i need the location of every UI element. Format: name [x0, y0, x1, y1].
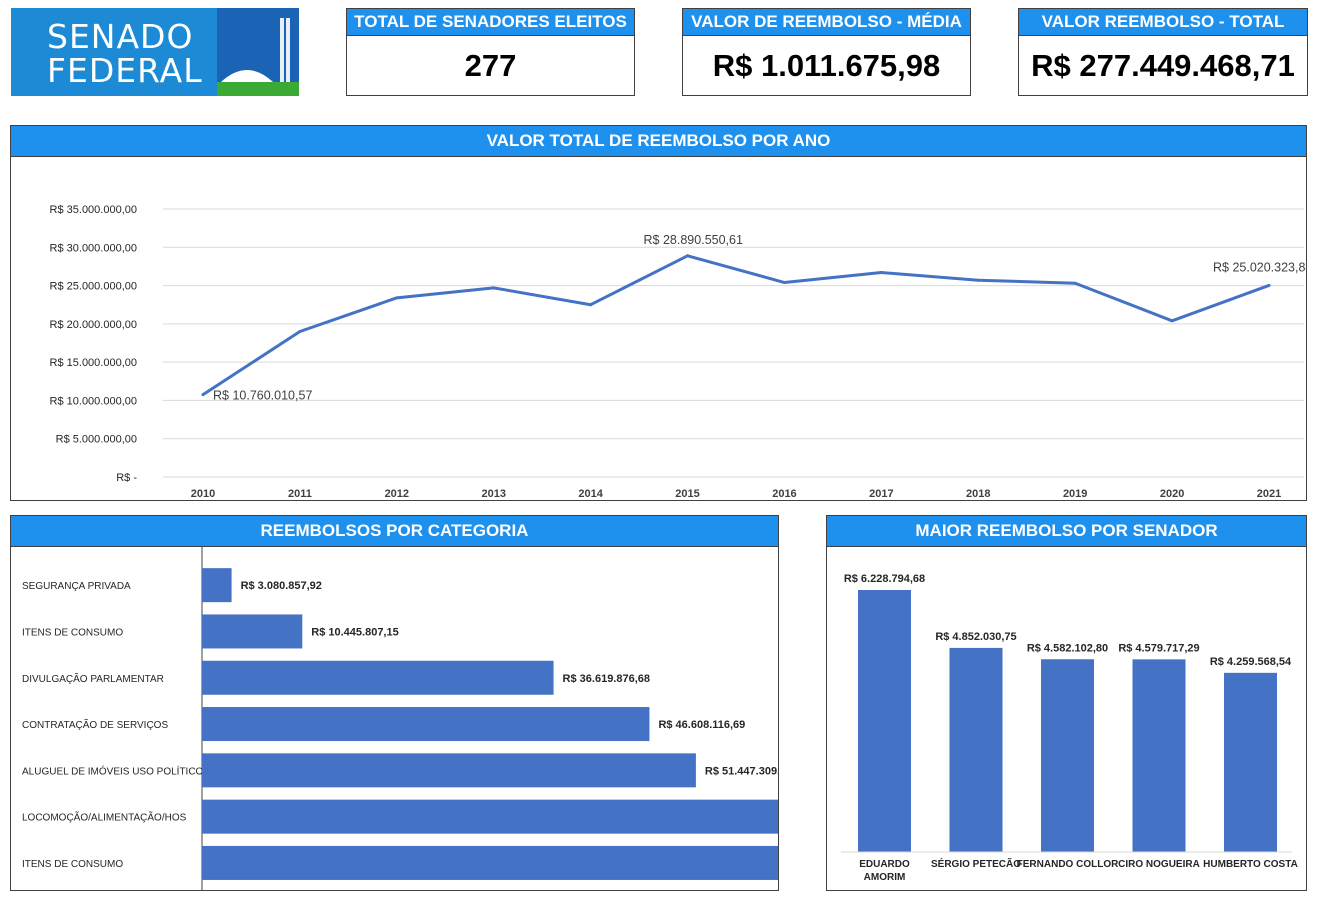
bar [202, 614, 303, 649]
bar [1132, 659, 1186, 852]
data-point [1170, 319, 1174, 323]
data-point [395, 296, 399, 300]
senator-bar-chart: R$ 6.228.794,68 EDUARDO AMORIM R$ 4.852.030… [841, 573, 1298, 883]
data-point [686, 254, 690, 258]
x-tick-label: 2012 [385, 488, 409, 500]
value-label: R$ 10.445.807,15 [311, 626, 398, 638]
congress-building-icon [217, 8, 299, 96]
panel-title: MAIOR REEMBOLSO POR SENADOR [827, 516, 1306, 547]
logo-text: SENADO FEDERAL [47, 20, 203, 88]
x-tick-label: 2016 [772, 488, 796, 500]
y-tick-label: R$ 30.000.000,00 [50, 242, 137, 254]
x-tick-label: 2017 [869, 488, 893, 500]
value-label: R$ 3.080.857,92 [241, 580, 322, 592]
data-label: R$ 10.760.010,57 [213, 389, 312, 403]
y-tick-label: R$ 5.000.000,00 [56, 434, 137, 446]
bar [202, 799, 778, 834]
category-label: CONTRATAÇÃO DE SERVIÇOS [22, 718, 168, 731]
x-tick-label: 2013 [481, 488, 505, 500]
logo-line2: FEDERAL [47, 51, 203, 90]
kpi-value: R$ 1.011.675,98 [712, 47, 941, 83]
x-tick-label: 2010 [191, 488, 215, 500]
yearly-reimbursement-panel: VALOR TOTAL DE REEMBOLSO POR ANO R$ - R$ … [10, 125, 1307, 501]
data-point [298, 330, 302, 334]
category-label: ITENS DE CONSUMO [22, 859, 123, 870]
data-point [589, 303, 593, 307]
kpi-title: VALOR REEMBOLSO - TOTAL [1019, 9, 1307, 36]
senado-logo: SENADO FEDERAL [11, 8, 217, 96]
kpi-total-reimbursement: VALOR REEMBOLSO - TOTAL R$ 277.449.468,7… [1018, 8, 1308, 96]
data-point [782, 281, 786, 285]
category-label: EDUARDO [859, 859, 910, 870]
category-label: ITENS DE CONSUMO [22, 627, 123, 638]
y-tick-label: R$ 25.000.000,00 [50, 281, 137, 293]
data-point [976, 278, 980, 282]
category-label: DIVULGAÇÃO PARLAMENTAR [22, 672, 164, 685]
value-label: R$ 36.619.876,68 [563, 673, 650, 685]
x-tick-label: 2020 [1160, 488, 1184, 500]
y-tick-label: R$ 15.000.000,00 [50, 357, 137, 369]
kpi-title: TOTAL DE SENADORES ELEITOS [347, 9, 634, 36]
logo-line1: SENADO [47, 17, 194, 56]
category-panel: REEMBOLSOS POR CATEGORIA SEGURANÇA PRIVA… [10, 515, 779, 891]
kpi-title: VALOR DE REEMBOLSO - MÉDIA [683, 9, 970, 36]
x-tick-label: 2015 [675, 488, 699, 500]
kpi-average-reimbursement: VALOR DE REEMBOLSO - MÉDIA R$ 1.011.675,… [682, 8, 971, 96]
bar [202, 707, 650, 742]
bar [949, 647, 1003, 852]
y-tick-label: R$ 20.000.000,00 [50, 319, 137, 331]
category-label: CIRO NOGUEIRA [1118, 859, 1200, 870]
bar [1041, 659, 1094, 852]
kpi-value: R$ 277.449.468,71 [1031, 47, 1295, 83]
x-tick-label: 2011 [288, 488, 312, 500]
kpi-total-senators: TOTAL DE SENADORES ELEITOS 277 [346, 8, 635, 96]
bar [202, 568, 232, 603]
x-tick-label: 2021 [1257, 488, 1281, 500]
y-tick-label: R$ - [116, 472, 137, 484]
value-label: R$ 4.259.568,54 [1210, 656, 1292, 668]
data-point [492, 286, 496, 290]
category-label: SÉRGIO PETECÃO [931, 857, 1021, 870]
data-label: R$ 25.020.323,84 [1213, 260, 1306, 274]
data-point [201, 393, 205, 397]
bar [1224, 672, 1277, 852]
data-point [1267, 283, 1271, 287]
category-bar-chart: SEGURANÇA PRIVADA R$ 3.080.857,92 ITENS DE… [22, 547, 778, 891]
y-tick-label: R$ 35.000.000,00 [50, 204, 137, 216]
bar [858, 590, 911, 852]
panel-title: REEMBOLSOS POR CATEGORIA [11, 516, 778, 547]
series-line [202, 254, 1270, 396]
data-label: R$ 28.890.550,61 [644, 233, 743, 247]
value-label: R$ 4.582.102,80 [1027, 642, 1108, 654]
x-tick-label: 2019 [1063, 488, 1087, 500]
category-label: FERNANDO COLLOR [1017, 859, 1119, 870]
senator-panel: MAIOR REEMBOLSO POR SENADOR R$ 6.228.794… [826, 515, 1307, 891]
value-label: R$ 6.228.794,68 [844, 573, 925, 585]
y-tick-label: R$ 10.000.000,00 [50, 395, 137, 407]
x-tick-label: 2014 [578, 488, 603, 500]
bar [202, 845, 778, 880]
category-label: SEGURANÇA PRIVADA [22, 581, 131, 592]
bar [202, 660, 554, 695]
x-tick-label: 2018 [966, 488, 990, 500]
category-label: LOCOMOÇÃO/ALIMENTAÇÃO/HOS [22, 811, 187, 824]
bar [202, 753, 696, 788]
category-label: HUMBERTO COSTA [1203, 859, 1298, 870]
yearly-line-chart: R$ - R$ 5.000.000,00 R$ 10.000.000,00 R$ 15… [50, 204, 1306, 500]
value-label: R$ 46.608.116,69 [658, 719, 745, 731]
category-label: AMORIM [864, 872, 906, 883]
panel-title: VALOR TOTAL DE REEMBOLSO POR ANO [11, 126, 1306, 157]
data-point [879, 271, 883, 275]
data-point [1073, 281, 1077, 285]
category-label: ALUGUEL DE IMÓVEIS USO POLÍTICO [22, 764, 204, 777]
value-label: R$ 4.852.030,75 [935, 631, 1016, 643]
value-label: R$ 51.447.309,25 [705, 765, 778, 777]
value-label: R$ 4.579.717,29 [1118, 642, 1199, 654]
kpi-value: 277 [464, 47, 517, 83]
